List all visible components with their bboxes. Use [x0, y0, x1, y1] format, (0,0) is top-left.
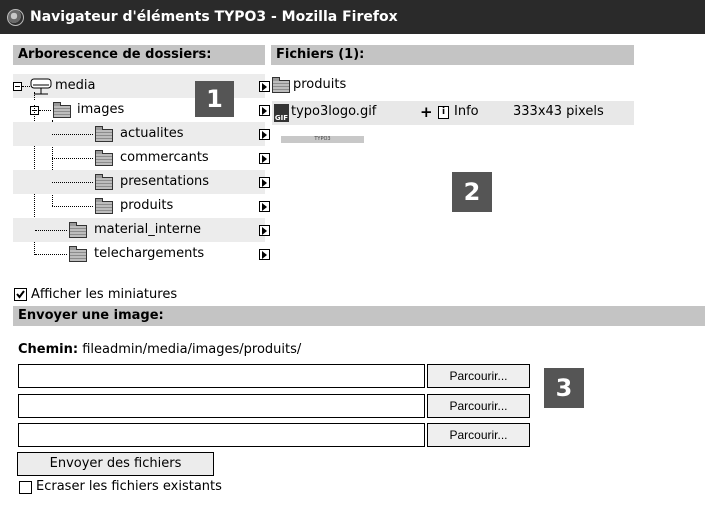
- submit-upload-button[interactable]: Envoyer des fichiers: [17, 452, 214, 476]
- folder-icon: [95, 198, 113, 214]
- folder-icon: [95, 126, 113, 142]
- window-titlebar: Navigateur d'éléments TYPO3 - Mozilla Fi…: [0, 0, 705, 34]
- callout-badge-1: 1: [195, 81, 234, 117]
- tree-item-label: produits: [120, 198, 174, 213]
- tree-item-label: material_interne: [94, 222, 202, 237]
- tree-item-label: media: [55, 78, 96, 93]
- folder-icon: [95, 150, 113, 166]
- select-arrow-icon[interactable]: [259, 129, 270, 140]
- select-arrow-icon[interactable]: [259, 201, 270, 212]
- folder-icon: [272, 77, 290, 93]
- firefox-icon: [7, 8, 24, 26]
- select-arrow-icon[interactable]: [259, 81, 270, 92]
- gif-file-icon: GIF: [274, 104, 289, 122]
- tree-item-label: images: [77, 102, 125, 117]
- select-arrow-icon[interactable]: [259, 153, 270, 164]
- file-thumbnail[interactable]: TYPO3: [281, 136, 364, 143]
- folder-icon: [69, 222, 87, 238]
- select-arrow-icon[interactable]: [259, 249, 270, 260]
- upload-header: Envoyer une image:: [13, 306, 705, 326]
- select-arrow-icon[interactable]: [259, 225, 270, 236]
- callout-badge-3: 3: [544, 368, 584, 408]
- folder-icon: [95, 174, 113, 190]
- tree-item-produits[interactable]: produits: [13, 194, 270, 218]
- file-row-typo3logo[interactable]: GIF typo3logo.gif + i Info 333x43 pixels: [272, 101, 634, 125]
- checkmark-icon: [16, 290, 25, 299]
- overwrite-label: Ecraser les fichiers existants: [36, 479, 222, 494]
- file-dimensions: 333x43 pixels: [513, 104, 604, 119]
- select-arrow-icon[interactable]: [259, 105, 270, 116]
- tree-item-material-interne[interactable]: material_interne: [13, 218, 270, 242]
- browse-button-3[interactable]: Parcourir...: [427, 423, 530, 447]
- window-title: Navigateur d'éléments TYPO3 - Mozilla Fi…: [30, 9, 398, 25]
- plus-icon[interactable]: +: [420, 101, 433, 123]
- file-name[interactable]: typo3logo.gif: [291, 101, 376, 123]
- thumbnails-label: Afficher les miniatures: [31, 287, 178, 302]
- info-icon[interactable]: i: [438, 106, 449, 119]
- path-label: Chemin:: [18, 342, 79, 357]
- tree-item-label: commercants: [120, 150, 209, 165]
- info-link[interactable]: Info: [454, 101, 479, 123]
- file-input-2[interactable]: [18, 394, 425, 418]
- tree-item-commercants[interactable]: commercants: [13, 146, 270, 170]
- browse-button-1[interactable]: Parcourir...: [427, 364, 530, 388]
- path-line: Chemin: fileadmin/media/images/produits/: [18, 341, 301, 359]
- browse-button-2[interactable]: Parcourir...: [427, 394, 530, 418]
- tree-header: Arborescence de dossiers:: [13, 45, 265, 65]
- tree-item-presentations[interactable]: presentations: [13, 170, 270, 194]
- tree-item-label: telechargements: [94, 246, 205, 261]
- tree-item-label: presentations: [120, 174, 210, 189]
- callout-badge-2: 2: [452, 172, 492, 212]
- folder-icon: [53, 102, 71, 118]
- thumbnails-checkbox[interactable]: [14, 288, 27, 301]
- file-input-1[interactable]: [18, 364, 425, 388]
- select-arrow-icon[interactable]: [259, 177, 270, 188]
- overwrite-checkbox[interactable]: [19, 481, 32, 494]
- tree-item-actualites[interactable]: actualites: [13, 122, 270, 146]
- file-input-3[interactable]: [18, 423, 425, 447]
- folder-label: produits: [293, 77, 347, 92]
- files-header: Fichiers (1):: [271, 45, 634, 65]
- tree-item-telechargements[interactable]: telechargements: [13, 242, 270, 266]
- path-value: fileadmin/media/images/produits/: [82, 342, 302, 357]
- folder-icon: [69, 246, 87, 262]
- tree-item-label: actualites: [120, 126, 184, 141]
- collapse-icon[interactable]: [13, 82, 22, 91]
